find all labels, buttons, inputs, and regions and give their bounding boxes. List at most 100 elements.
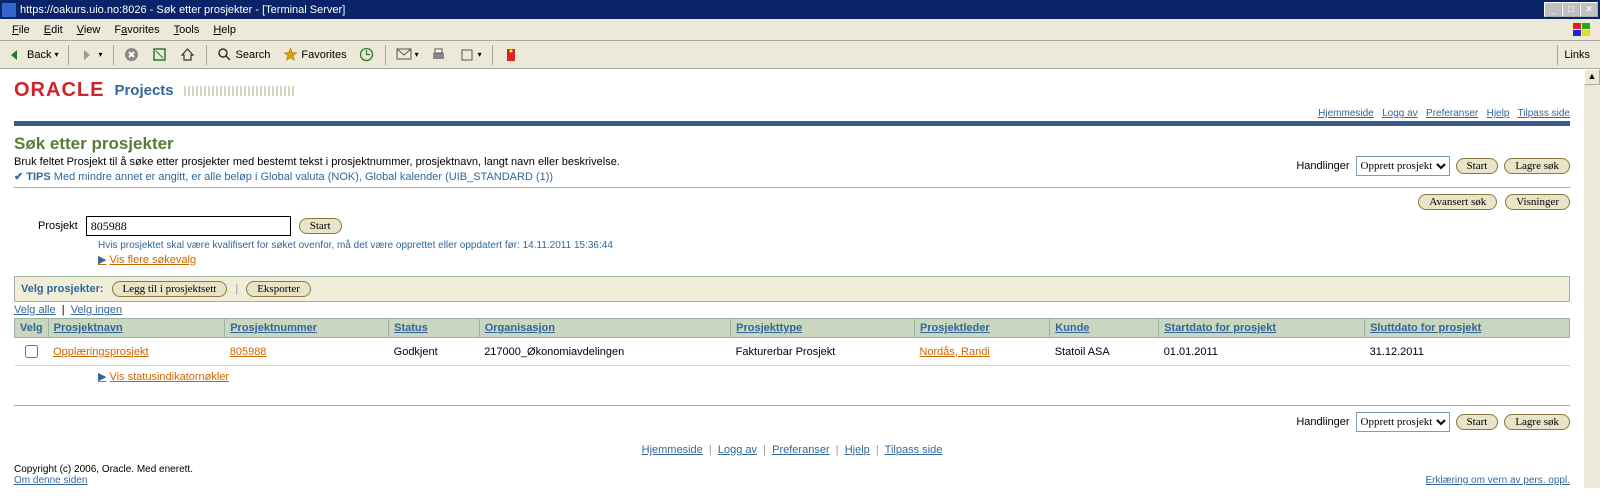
- page-content: ORACLE Projects Hjemmeside Logg av Prefe…: [0, 69, 1584, 488]
- play-icon: ▶: [98, 370, 106, 383]
- cell-sluttdato: 31.12.2011: [1365, 338, 1570, 366]
- stop-button[interactable]: [120, 45, 144, 65]
- about-page-link[interactable]: Om denne siden: [14, 475, 87, 486]
- col-prosjektnummer[interactable]: Prosjektnummer: [225, 319, 389, 338]
- edit-icon: [459, 47, 475, 63]
- star-icon: [282, 47, 298, 63]
- save-search-button-bottom[interactable]: Lagre søk: [1504, 414, 1570, 430]
- window-close-button[interactable]: ×: [1580, 2, 1598, 17]
- history-button[interactable]: [355, 45, 379, 65]
- export-button[interactable]: Eksporter: [246, 281, 311, 297]
- select-projects-label: Velg prosjekter:: [21, 283, 104, 295]
- search-button[interactable]: Search: [213, 45, 275, 65]
- stop-icon: [124, 47, 140, 63]
- mail-icon: [396, 47, 412, 63]
- header-divider: [14, 121, 1570, 126]
- play-icon: ▶: [98, 253, 106, 266]
- add-to-projectset-button[interactable]: Legg til i prosjektsett: [112, 281, 228, 297]
- table-row: Opplæringsprosjekt 805988 Godkjent 21700…: [15, 338, 1570, 366]
- home-button[interactable]: [176, 45, 200, 65]
- privacy-statement-link[interactable]: Erklæring om vern av pers. oppl.: [1425, 475, 1570, 486]
- back-arrow-icon: [8, 47, 24, 63]
- edit-button[interactable]: ▾: [455, 45, 486, 65]
- col-prosjektnavn[interactable]: Prosjektnavn: [48, 319, 225, 338]
- footer-tilpass[interactable]: Tilpass side: [885, 444, 943, 456]
- col-velg[interactable]: Velg: [15, 319, 49, 338]
- globe-history-icon: [359, 47, 375, 63]
- cell-org: 217000_Økonomiavdelingen: [479, 338, 730, 366]
- menu-edit[interactable]: Edit: [38, 22, 69, 38]
- col-kunde[interactable]: Kunde: [1050, 319, 1159, 338]
- chevron-down-icon: ▾: [478, 50, 482, 59]
- windows-flag-icon: [1570, 20, 1594, 40]
- project-number-link[interactable]: 805988: [230, 346, 267, 358]
- mail-button[interactable]: ▾: [392, 45, 423, 65]
- browser-toolbar: Back ▾ ▾ Search Favorites ▾ ▾ Links: [0, 41, 1600, 69]
- cell-startdato: 01.01.2011: [1159, 338, 1365, 366]
- project-name-link[interactable]: Opplæringsprosjekt: [53, 346, 148, 358]
- chevron-down-icon: ▾: [415, 50, 419, 59]
- col-startdato[interactable]: Startdato for prosjekt: [1159, 319, 1365, 338]
- footer-preferanser[interactable]: Preferanser: [772, 444, 829, 456]
- print-button[interactable]: [427, 45, 451, 65]
- col-status[interactable]: Status: [389, 319, 480, 338]
- menu-view[interactable]: View: [71, 22, 107, 38]
- actions-label-bottom: Handlinger: [1296, 416, 1349, 428]
- views-button[interactable]: Visninger: [1505, 194, 1570, 210]
- footer-hjelp[interactable]: Hjelp: [845, 444, 870, 456]
- link-hjelp[interactable]: Hjelp: [1487, 108, 1510, 119]
- status-indicator-keys-link[interactable]: Vis statusindikatornøkler: [109, 371, 229, 383]
- chevron-down-icon: ▾: [98, 50, 102, 59]
- select-none-link[interactable]: Velg ingen: [71, 304, 122, 316]
- link-loggav[interactable]: Logg av: [1382, 108, 1418, 119]
- intro-text: Bruk feltet Prosjekt til å søke etter pr…: [14, 156, 1296, 168]
- favorites-button[interactable]: Favorites: [278, 45, 350, 65]
- save-search-button[interactable]: Lagre søk: [1504, 158, 1570, 174]
- refresh-button[interactable]: [148, 45, 172, 65]
- footer-hjemmeside[interactable]: Hjemmeside: [642, 444, 703, 456]
- footer-loggav[interactable]: Logg av: [718, 444, 757, 456]
- scrollbar-up-button[interactable]: ▲: [1584, 69, 1600, 85]
- col-prosjekttype[interactable]: Prosjekttype: [731, 319, 915, 338]
- advanced-search-button[interactable]: Avansert søk: [1418, 194, 1497, 210]
- link-hjemmeside[interactable]: Hjemmeside: [1318, 108, 1374, 119]
- link-preferanser[interactable]: Preferanser: [1426, 108, 1478, 119]
- search-start-button[interactable]: Start: [299, 218, 342, 234]
- col-organisasjon[interactable]: Organisasjon: [479, 319, 730, 338]
- col-sluttdato[interactable]: Sluttdato for prosjekt: [1365, 319, 1570, 338]
- window-titlebar: https://oakurs.uio.no:8026 - Søk etter p…: [0, 0, 1600, 19]
- project-search-input[interactable]: [86, 216, 291, 236]
- tips-text: Med mindre annet er angitt, er alle belø…: [54, 171, 553, 183]
- start-action-button-bottom[interactable]: Start: [1456, 414, 1499, 430]
- print-icon: [431, 47, 447, 63]
- menu-help[interactable]: Help: [207, 22, 242, 38]
- col-prosjektleder[interactable]: Prosjektleder: [914, 319, 1049, 338]
- window-minimize-button[interactable]: _: [1544, 2, 1562, 17]
- back-button[interactable]: Back ▾: [4, 45, 62, 65]
- more-search-options-link[interactable]: Vis flere søkevalg: [109, 254, 196, 266]
- projects-table: Velg Prosjektnavn Prosjektnummer Status …: [14, 318, 1570, 366]
- actions-select-bottom[interactable]: Opprett prosjekt: [1356, 412, 1450, 432]
- forward-button[interactable]: ▾: [75, 45, 106, 65]
- links-button[interactable]: Links: [1557, 45, 1596, 65]
- window-maximize-button[interactable]: □: [1562, 2, 1580, 17]
- project-leader-link[interactable]: Nordås, Randi: [919, 346, 989, 358]
- refresh-icon: [152, 47, 168, 63]
- extra-button[interactable]: [499, 45, 523, 65]
- search-icon: [217, 47, 233, 63]
- tool-icon: [503, 47, 519, 63]
- start-action-button[interactable]: Start: [1456, 158, 1499, 174]
- link-tilpass[interactable]: Tilpass side: [1518, 108, 1570, 119]
- search-label: Prosjekt: [38, 220, 78, 232]
- oracle-logo: ORACLE: [14, 79, 104, 102]
- menu-tools[interactable]: Tools: [168, 22, 206, 38]
- select-all-link[interactable]: Velg alle: [14, 304, 56, 316]
- app-title: Projects: [114, 82, 173, 99]
- menu-favorites[interactable]: Favorites: [108, 22, 165, 38]
- chevron-down-icon: ▾: [54, 50, 58, 59]
- actions-select[interactable]: Opprett prosjekt: [1356, 156, 1450, 176]
- global-links: Hjemmeside Logg av Preferanser Hjelp Til…: [14, 108, 1570, 119]
- menu-file[interactable]: File: [6, 22, 36, 38]
- ie-icon: [2, 3, 16, 17]
- row-select-checkbox[interactable]: [25, 345, 38, 358]
